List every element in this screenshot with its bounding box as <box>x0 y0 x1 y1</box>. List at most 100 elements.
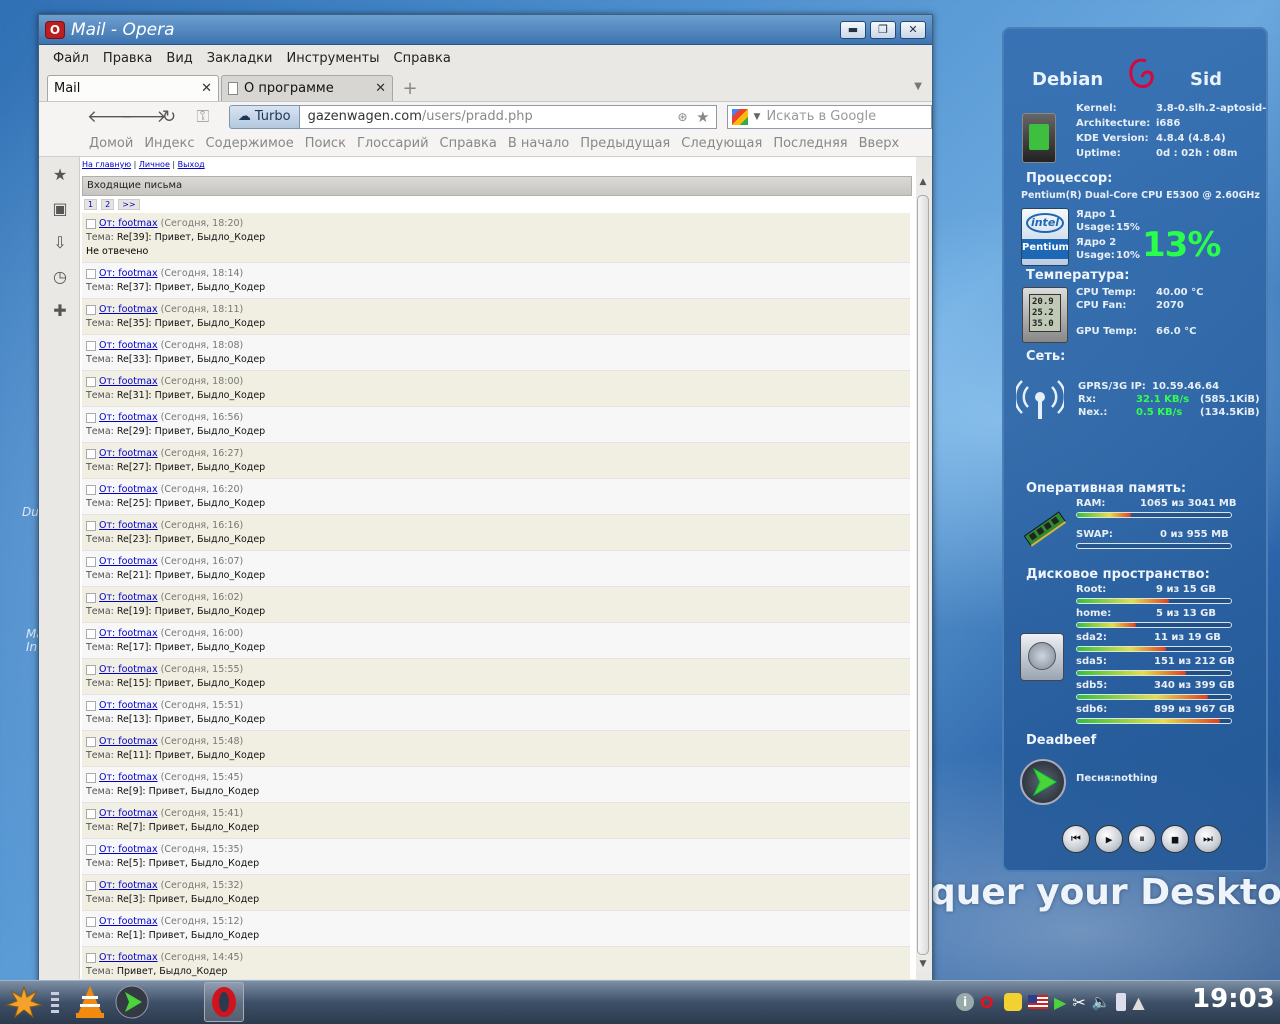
mail-from-link[interactable]: От: footmax <box>99 772 158 783</box>
menu-help[interactable]: Справка <box>394 51 451 66</box>
history-clock-icon[interactable]: ◷ <box>50 266 70 286</box>
vertical-scrollbar[interactable]: ▲ ▼ <box>916 175 930 971</box>
mail-row[interactable]: От: footmax (Сегодня, 16:20) Тема: Re[25]… <box>82 479 910 515</box>
mail-checkbox[interactable] <box>86 520 96 531</box>
mail-checkbox[interactable] <box>86 268 96 279</box>
mail-checkbox[interactable] <box>86 736 96 747</box>
link-personal[interactable]: Личное <box>139 160 170 169</box>
mail-row[interactable]: От: footmax (Сегодня, 16:00) Тема: Re[17]… <box>82 623 910 659</box>
mail-row[interactable]: От: footmax (Сегодня, 16:16) Тема: Re[23]… <box>82 515 910 551</box>
page-link[interactable]: 2 <box>101 199 115 210</box>
menu-edit[interactable]: Правка <box>103 51 152 66</box>
mail-checkbox[interactable] <box>86 556 96 567</box>
mail-row[interactable]: От: footmax (Сегодня, 15:41) Тема: Re[7]:… <box>82 803 910 839</box>
tab-mail[interactable]: Mail ✕ <box>47 75 219 101</box>
mail-from-link[interactable]: От: footmax <box>99 412 158 423</box>
scroll-up-icon[interactable]: ▲ <box>917 177 929 187</box>
nav-search[interactable]: Поиск <box>305 136 346 151</box>
deadbeef-icon[interactable] <box>114 984 150 1020</box>
mail-checkbox[interactable] <box>86 484 96 495</box>
scissors-icon[interactable]: ✂ <box>1072 993 1085 1012</box>
mail-from-link[interactable]: От: footmax <box>99 628 158 639</box>
phone-icon[interactable] <box>1116 993 1127 1011</box>
menu-tools[interactable]: Инструменты <box>286 51 379 66</box>
mail-checkbox[interactable] <box>86 592 96 603</box>
notes-icon[interactable]: ▣ <box>50 198 70 218</box>
new-tab-button[interactable]: + <box>399 77 421 99</box>
kde-menu-icon[interactable] <box>4 982 44 1022</box>
menu-view[interactable]: Вид <box>166 51 192 66</box>
mail-checkbox[interactable] <box>86 628 96 639</box>
next-track-icon[interactable]: ⏭ <box>1194 825 1222 853</box>
close-icon[interactable]: ✕ <box>201 81 212 96</box>
mail-row[interactable]: От: footmax (Сегодня, 16:27) Тема: Re[27]… <box>82 443 910 479</box>
mail-checkbox[interactable] <box>86 844 96 855</box>
mail-from-link[interactable]: От: footmax <box>99 592 158 603</box>
info-icon[interactable]: i <box>956 993 974 1011</box>
opera-tray-icon[interactable]: O <box>980 993 998 1012</box>
clipboard-icon[interactable] <box>1004 993 1022 1011</box>
mail-from-link[interactable]: От: footmax <box>99 808 158 819</box>
opera-taskbar-button[interactable] <box>204 982 244 1022</box>
mail-row[interactable]: От: footmax (Сегодня, 18:00) Тема: Re[31]… <box>82 371 910 407</box>
pager-handle-icon[interactable] <box>48 984 62 1020</box>
page-link[interactable]: 1 <box>84 199 98 210</box>
mail-row[interactable]: От: footmax (Сегодня, 15:32) Тема: Re[3]:… <box>82 875 910 911</box>
mail-row[interactable]: От: footmax (Сегодня, 18:08) Тема: Re[33]… <box>82 335 910 371</box>
google-icon[interactable] <box>731 108 748 125</box>
mail-checkbox[interactable] <box>86 412 96 423</box>
mail-from-link[interactable]: От: footmax <box>99 736 158 747</box>
mail-checkbox[interactable] <box>86 880 96 891</box>
mail-row[interactable]: От: footmax (Сегодня, 15:45) Тема: Re[9]:… <box>82 767 910 803</box>
mail-checkbox[interactable] <box>86 448 96 459</box>
mail-from-link[interactable]: От: footmax <box>99 520 158 531</box>
downloads-icon[interactable]: ⇩ <box>50 232 70 252</box>
add-panel-icon[interactable]: ✚ <box>50 300 70 320</box>
mail-row[interactable]: От: footmax (Сегодня, 16:56) Тема: Re[29]… <box>82 407 910 443</box>
menu-file[interactable]: Файл <box>53 51 89 66</box>
mail-row[interactable]: От: footmax (Сегодня, 15:35) Тема: Re[5]:… <box>82 839 910 875</box>
mail-checkbox[interactable] <box>86 808 96 819</box>
mail-row[interactable]: От: footmax (Сегодня, 15:48) Тема: Re[11]… <box>82 731 910 767</box>
mail-row[interactable]: От: footmax (Сегодня, 15:55) Тема: Re[15]… <box>82 659 910 695</box>
nav-next[interactable]: Следующая <box>681 136 762 151</box>
mail-from-link[interactable]: От: footmax <box>99 304 158 315</box>
mail-checkbox[interactable] <box>86 952 96 963</box>
menu-bookmarks[interactable]: Закладки <box>207 51 273 66</box>
mail-from-link[interactable]: От: footmax <box>99 268 158 279</box>
volume-icon[interactable]: 🔈 <box>1092 993 1111 1011</box>
mail-from-link[interactable]: От: footmax <box>99 952 158 963</box>
mail-from-link[interactable]: От: footmax <box>99 448 158 459</box>
mail-row[interactable]: От: footmax (Сегодня, 18:14) Тема: Re[37]… <box>82 263 910 299</box>
mail-checkbox[interactable] <box>86 340 96 351</box>
previous-track-icon[interactable]: ⏮ <box>1062 825 1090 853</box>
tray-expand-icon[interactable]: ▲ <box>1132 993 1144 1012</box>
nav-up[interactable]: Вверх <box>859 136 900 151</box>
mail-checkbox[interactable] <box>86 916 96 927</box>
clock[interactable]: 19:03 <box>1192 984 1275 1014</box>
rss-icon[interactable]: ⊛ <box>677 110 687 124</box>
mail-row[interactable]: От: footmax (Сегодня, 18:20) Тема: Re[39]… <box>82 213 910 263</box>
pause-icon[interactable]: ⏸ <box>1128 825 1156 853</box>
nav-help[interactable]: Справка <box>440 136 497 151</box>
mail-row[interactable]: От: footmax (Сегодня, 18:11) Тема: Re[35]… <box>82 299 910 335</box>
window-titlebar[interactable]: O Mail - Opera ▬ ❐ ✕ <box>39 15 932 45</box>
forward-arrow-icon[interactable]: 🡒 <box>121 107 167 127</box>
mail-from-link[interactable]: От: footmax <box>99 218 158 229</box>
key-icon[interactable]: ⚿ <box>189 107 217 127</box>
play-icon[interactable]: ▶ <box>1095 825 1123 853</box>
back-arrow-icon[interactable]: 🡐 <box>87 107 133 127</box>
mail-row[interactable]: От: footmax (Сегодня, 14:45) Тема: Привет… <box>82 947 910 979</box>
turbo-button[interactable]: ☁ Turbo <box>228 104 300 129</box>
link-home[interactable]: На главную <box>82 160 131 169</box>
bookmarks-star-icon[interactable]: ★ <box>50 164 70 184</box>
mail-from-link[interactable]: От: footmax <box>99 556 158 567</box>
mail-row[interactable]: От: footmax (Сегодня, 15:51) Тема: Re[13]… <box>82 695 910 731</box>
mail-from-link[interactable]: От: footmax <box>99 484 158 495</box>
mail-row[interactable]: От: footmax (Сегодня, 15:12) Тема: Re[1]:… <box>82 911 910 947</box>
nav-contents[interactable]: Содержимое <box>206 136 294 151</box>
nav-glossary[interactable]: Глоссарий <box>357 136 429 151</box>
close-button[interactable]: ✕ <box>900 20 926 39</box>
keyboard-layout-flag-icon[interactable] <box>1028 995 1048 1009</box>
player-tray-icon[interactable]: ▶ <box>1054 993 1066 1012</box>
